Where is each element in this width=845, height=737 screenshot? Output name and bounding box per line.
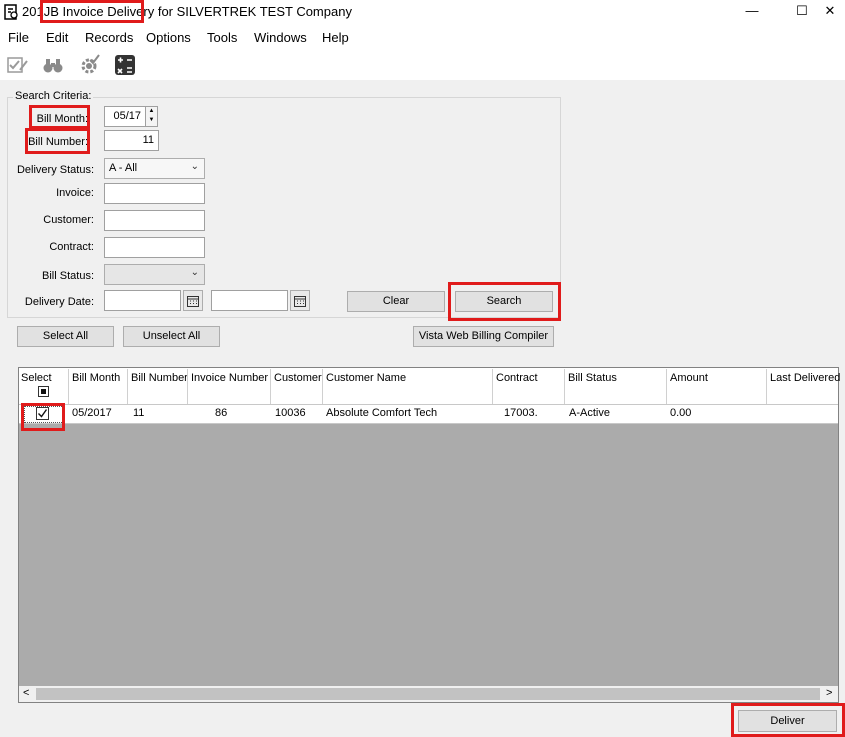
menu-edit[interactable]: Edit (46, 30, 68, 45)
bill-status-select[interactable]: ⌄ (104, 264, 205, 285)
row-divider (19, 404, 838, 405)
minimize-button[interactable]: — (732, 0, 772, 24)
scroll-left-arrow[interactable]: < (23, 687, 29, 699)
select-all-button[interactable]: Select All (17, 326, 114, 347)
binoculars-icon[interactable] (42, 54, 64, 76)
highlight-title (40, 0, 144, 23)
menu-tools[interactable]: Tools (207, 30, 237, 45)
unselect-all-button[interactable]: Unselect All (123, 326, 220, 347)
col-header-bill-status[interactable]: Bill Status (568, 372, 617, 384)
menu-options[interactable]: Options (146, 30, 191, 45)
row-divider (19, 423, 838, 424)
cell-bill-month: 05/2017 (72, 407, 112, 419)
highlight-bill-number (25, 128, 90, 154)
cell-amount: 0.00 (670, 407, 692, 419)
bill-status-label: Bill Status: (42, 270, 94, 282)
cell-customer-name: Absolute Comfort Tech (326, 407, 438, 419)
customer-label: Customer: (43, 214, 94, 226)
chevron-down-icon: ⌄ (190, 267, 199, 278)
highlight-deliver (731, 703, 845, 737)
invoice-input[interactable] (104, 183, 205, 204)
customer-input[interactable] (104, 210, 205, 231)
highlight-row-select (21, 403, 65, 431)
web-billing-compiler-button[interactable]: Vista Web Billing Compiler (413, 326, 554, 347)
col-header-contract[interactable]: Contract (496, 372, 538, 384)
contract-input[interactable] (104, 237, 205, 258)
gear-check-icon[interactable] (78, 54, 100, 76)
close-button[interactable]: ✕ (810, 0, 845, 24)
scrollbar-thumb[interactable] (36, 688, 820, 700)
cell-invoice-number: 86 (215, 407, 228, 419)
delivery-status-select[interactable]: A - All ⌄ (104, 158, 205, 179)
contract-label: Contract: (49, 241, 94, 253)
delivery-date-to-input[interactable] (211, 290, 288, 311)
col-header-customer-name[interactable]: Customer Name (326, 372, 406, 384)
checklist-pencil-icon[interactable] (6, 54, 28, 76)
col-header-invoice-number[interactable]: Invoice Number (191, 372, 268, 384)
delivery-date-from-input[interactable] (104, 290, 181, 311)
bill-number-input[interactable]: 11 (104, 130, 159, 151)
highlight-bill-month (29, 105, 90, 129)
calendar-icon[interactable] (183, 290, 203, 311)
app-icon (4, 4, 18, 20)
col-header-select[interactable]: Select (21, 372, 52, 384)
delivery-status-value: A - All (109, 162, 138, 174)
clear-button[interactable]: Clear (347, 291, 445, 312)
col-header-bill-number[interactable]: Bill Number (131, 372, 188, 384)
bill-month-input[interactable]: 05/17 (104, 106, 146, 127)
select-all-checkbox[interactable] (38, 386, 49, 397)
menu-records[interactable]: Records (85, 30, 133, 45)
highlight-search (448, 282, 561, 321)
cell-customer: 10036 (275, 407, 306, 419)
delivery-status-label: Delivery Status: (16, 164, 94, 176)
delivery-date-label: Delivery Date: (24, 296, 94, 308)
col-header-amount[interactable]: Amount (670, 372, 708, 384)
search-criteria-legend: Search Criteria: (13, 90, 94, 102)
calendar-icon[interactable] (290, 290, 310, 311)
menu-windows[interactable]: Windows (254, 30, 307, 45)
calculator-icon[interactable] (114, 54, 136, 76)
col-header-last-delivered[interactable]: Last Delivered (770, 372, 840, 384)
bill-month-spinner[interactable]: ▲ ▼ (145, 106, 158, 127)
menu-help[interactable]: Help (322, 30, 349, 45)
scroll-right-arrow[interactable]: > (826, 687, 832, 699)
chevron-down-icon: ⌄ (190, 161, 199, 172)
cell-contract: 17003. (504, 407, 538, 419)
invoice-label: Invoice: (56, 187, 94, 199)
col-header-bill-month[interactable]: Bill Month (72, 372, 120, 384)
col-header-customer[interactable]: Customer (274, 372, 322, 384)
cell-bill-status: A-Active (569, 407, 610, 419)
menu-file[interactable]: File (8, 30, 29, 45)
cell-bill-number: 11 (133, 407, 145, 419)
